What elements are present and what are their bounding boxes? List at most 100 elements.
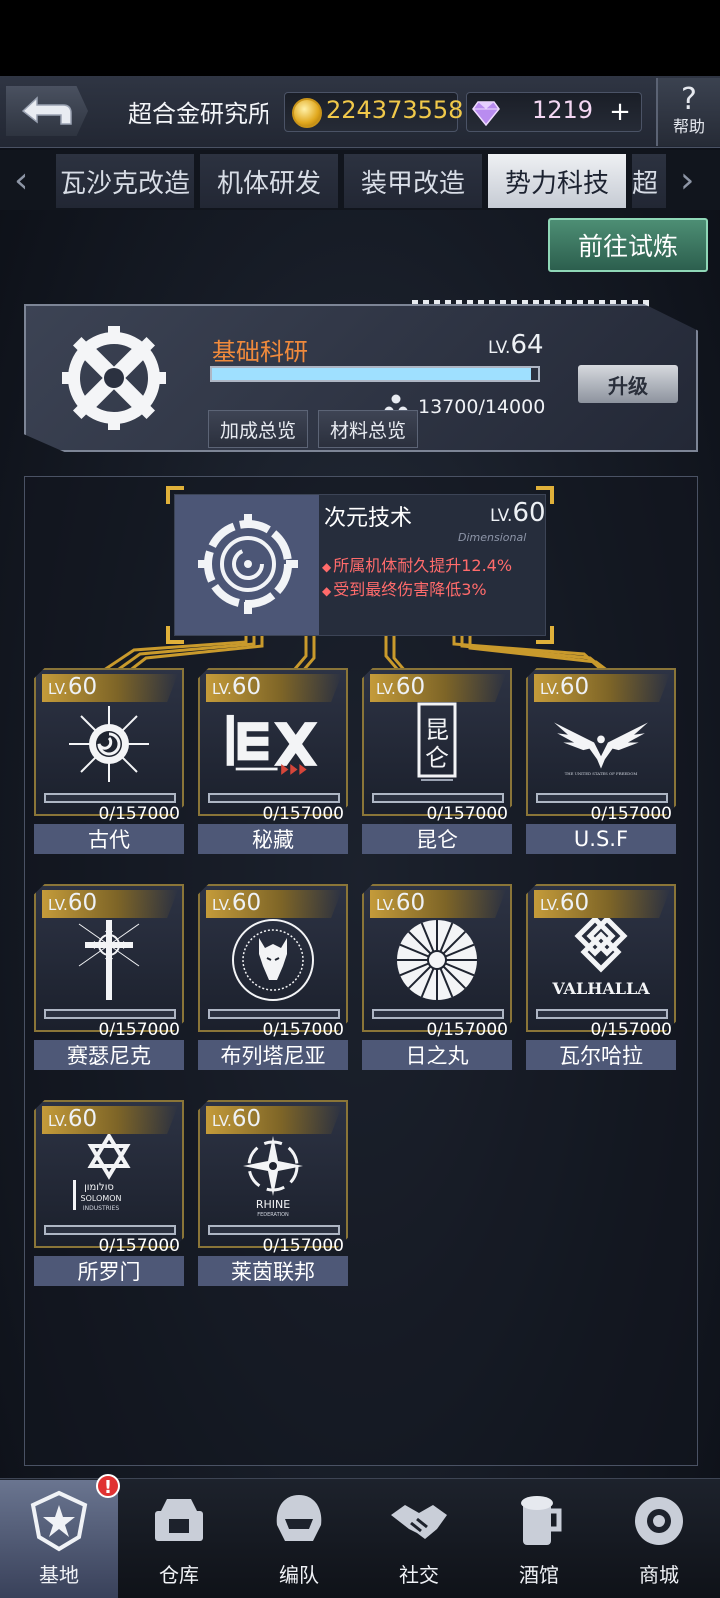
level-prefix: LV. — [540, 896, 560, 914]
level-prefix: LV. — [48, 896, 68, 914]
level-prefix: LV. — [376, 680, 396, 698]
add-gems-button[interactable]: + — [604, 98, 636, 128]
level-prefix: LV. — [490, 506, 513, 526]
star-of-david-icon: סולומון SOLOMON INDUSTRIES — [59, 1134, 159, 1218]
nav-item-0[interactable]: 基地 — [0, 1480, 118, 1598]
faction-card[interactable]: LV.60 0/157000 日之丸 — [362, 884, 512, 1072]
faction-card[interactable]: LV.60 THE UNITED STATES OF FREEDOM 0/157… — [526, 668, 676, 856]
tab-faction-tech[interactable]: 势力科技 — [488, 154, 626, 208]
faction-level: LV.60 — [540, 890, 589, 916]
base-research-progress-bar — [210, 366, 540, 382]
tab-more[interactable]: 超 — [632, 154, 666, 208]
faction-progress-text: 0/157000 — [262, 1020, 344, 1040]
faction-name: 古代 — [34, 824, 184, 854]
faction-progress-bar — [208, 793, 340, 803]
faction-name: 瓦尔哈拉 — [526, 1040, 676, 1070]
solomon-emblem-text: SOLOMON — [80, 1194, 121, 1203]
chevron-right-icon[interactable]: › — [680, 160, 694, 201]
faction-progress-text: 0/157000 — [426, 804, 508, 824]
level-prefix: LV. — [488, 338, 511, 358]
level-number: 60 — [395, 674, 426, 700]
tab-armor-mod[interactable]: 装甲改造 — [344, 154, 482, 208]
nav-label: 仓库 — [159, 1563, 199, 1587]
bonus-durability: 所属机体耐久提升12.4% — [322, 552, 512, 576]
compass-star-icon: RHINE FEDERATION — [223, 1134, 323, 1218]
level-prefix: LV. — [212, 1112, 232, 1130]
faction-card[interactable]: LV.60 VALHALLA 0/157000 瓦尔哈拉 — [526, 884, 676, 1072]
gear-wrench-icon — [62, 326, 166, 430]
faction-progress-text: 0/157000 — [262, 1236, 344, 1256]
formation-helmet-icon — [267, 1489, 331, 1553]
material-overview-button[interactable]: 材料总览 — [318, 410, 418, 448]
nav-item-5[interactable]: 商城 — [600, 1480, 718, 1598]
faction-progress-bar — [208, 1009, 340, 1019]
tab-vassago-mod[interactable]: 瓦沙克改造 — [56, 154, 194, 208]
page-title: 超合金研究所 — [128, 100, 268, 128]
faction-level: LV.60 — [48, 1106, 97, 1132]
nav-item-3[interactable]: 社交 — [360, 1480, 478, 1598]
level-number: 60 — [559, 890, 590, 916]
faction-card[interactable]: LV.60 0/157000 古代 — [34, 668, 184, 856]
faction-name: 布列塔尼亚 — [198, 1040, 348, 1070]
faction-card[interactable]: LV.60 0/157000 布列塔尼亚 — [198, 884, 348, 1072]
valhalla-knot-icon: VALHALLA — [551, 918, 651, 1002]
faction-progress-text: 0/157000 — [426, 1020, 508, 1040]
tab-mech-development[interactable]: 机体研发 — [200, 154, 338, 208]
help-button[interactable]: ? 帮助 — [656, 78, 720, 146]
faction-card[interactable]: LV.60 0/157000 赛瑟尼克 — [34, 884, 184, 1072]
dimension-gear-icon — [198, 514, 298, 614]
kunlun-char-2: 仑 — [425, 744, 449, 772]
nav-item-1[interactable]: 仓库 — [120, 1480, 238, 1598]
chevron-left-icon[interactable]: ‹ — [14, 160, 28, 201]
faction-card[interactable]: LV.60 昆 仑 0/157000 昆仑 — [362, 668, 512, 856]
nav-item-2[interactable]: 编队 — [240, 1480, 358, 1598]
faction-name: 莱茵联邦 — [198, 1256, 348, 1286]
dimension-tech-level: LV.60 — [490, 498, 546, 528]
level-prefix: LV. — [48, 680, 68, 698]
base-research-title: 基础科研 — [212, 338, 308, 366]
back-button[interactable] — [6, 86, 88, 136]
level-number: 60 — [231, 1106, 262, 1132]
kunlun-char-1: 昆 — [425, 716, 449, 744]
ancient-sun-icon — [59, 702, 159, 786]
bonus-overview-button[interactable]: 加成总览 — [208, 410, 308, 448]
faction-progress-bar — [536, 1009, 668, 1019]
faction-progress-text: 0/157000 — [98, 1236, 180, 1256]
faction-progress-text: 0/157000 — [98, 1020, 180, 1040]
level-number: 64 — [510, 330, 544, 360]
gem-count: 1219 — [532, 96, 594, 124]
upgrade-button[interactable]: 升级 — [578, 365, 678, 403]
bonus-damage-reduction: 受到最终伤害降低3% — [322, 576, 486, 600]
level-number: 60 — [559, 674, 590, 700]
nav-item-4[interactable]: 酒馆 — [480, 1480, 598, 1598]
faction-name: U.S.F — [526, 824, 676, 854]
faction-level: LV.60 — [540, 674, 589, 700]
level-number: 60 — [67, 674, 98, 700]
faction-progress-text: 0/157000 — [590, 1020, 672, 1040]
go-to-trial-button[interactable]: 前往试炼 — [548, 218, 708, 272]
tavern-icon — [507, 1489, 571, 1553]
nav-label: 酒馆 — [519, 1563, 559, 1587]
faction-card[interactable]: LV.60 סולומון SOLOMON INDUSTRIES 0/15700… — [34, 1100, 184, 1288]
status-bar — [0, 0, 720, 76]
level-prefix: LV. — [212, 680, 232, 698]
level-number: 60 — [395, 890, 426, 916]
faction-card[interactable]: LV.60 0/157000 秘藏 — [198, 668, 348, 856]
help-icon: ? — [681, 82, 697, 117]
faction-name: 所罗门 — [34, 1256, 184, 1286]
base-star-icon — [27, 1489, 91, 1553]
level-prefix: LV. — [48, 1112, 68, 1130]
solomon-hebrew-text: סולומון — [84, 1182, 114, 1193]
alert-badge: ! — [96, 1474, 120, 1498]
faction-progress-bar — [44, 1009, 176, 1019]
chrysanthemum-icon — [387, 918, 487, 1002]
nav-label: 基地 — [39, 1563, 79, 1587]
cross-icon — [59, 918, 159, 1002]
faction-name: 日之丸 — [362, 1040, 512, 1070]
dimension-tech-title: 次元技术 — [324, 506, 413, 531]
nav-label: 商城 — [639, 1563, 679, 1587]
faction-name: 昆仑 — [362, 824, 512, 854]
coin-icon — [292, 98, 322, 128]
faction-level: LV.60 — [212, 674, 261, 700]
faction-card[interactable]: LV.60 RHINE FEDERATION 0/157000 莱茵联邦 — [198, 1100, 348, 1288]
